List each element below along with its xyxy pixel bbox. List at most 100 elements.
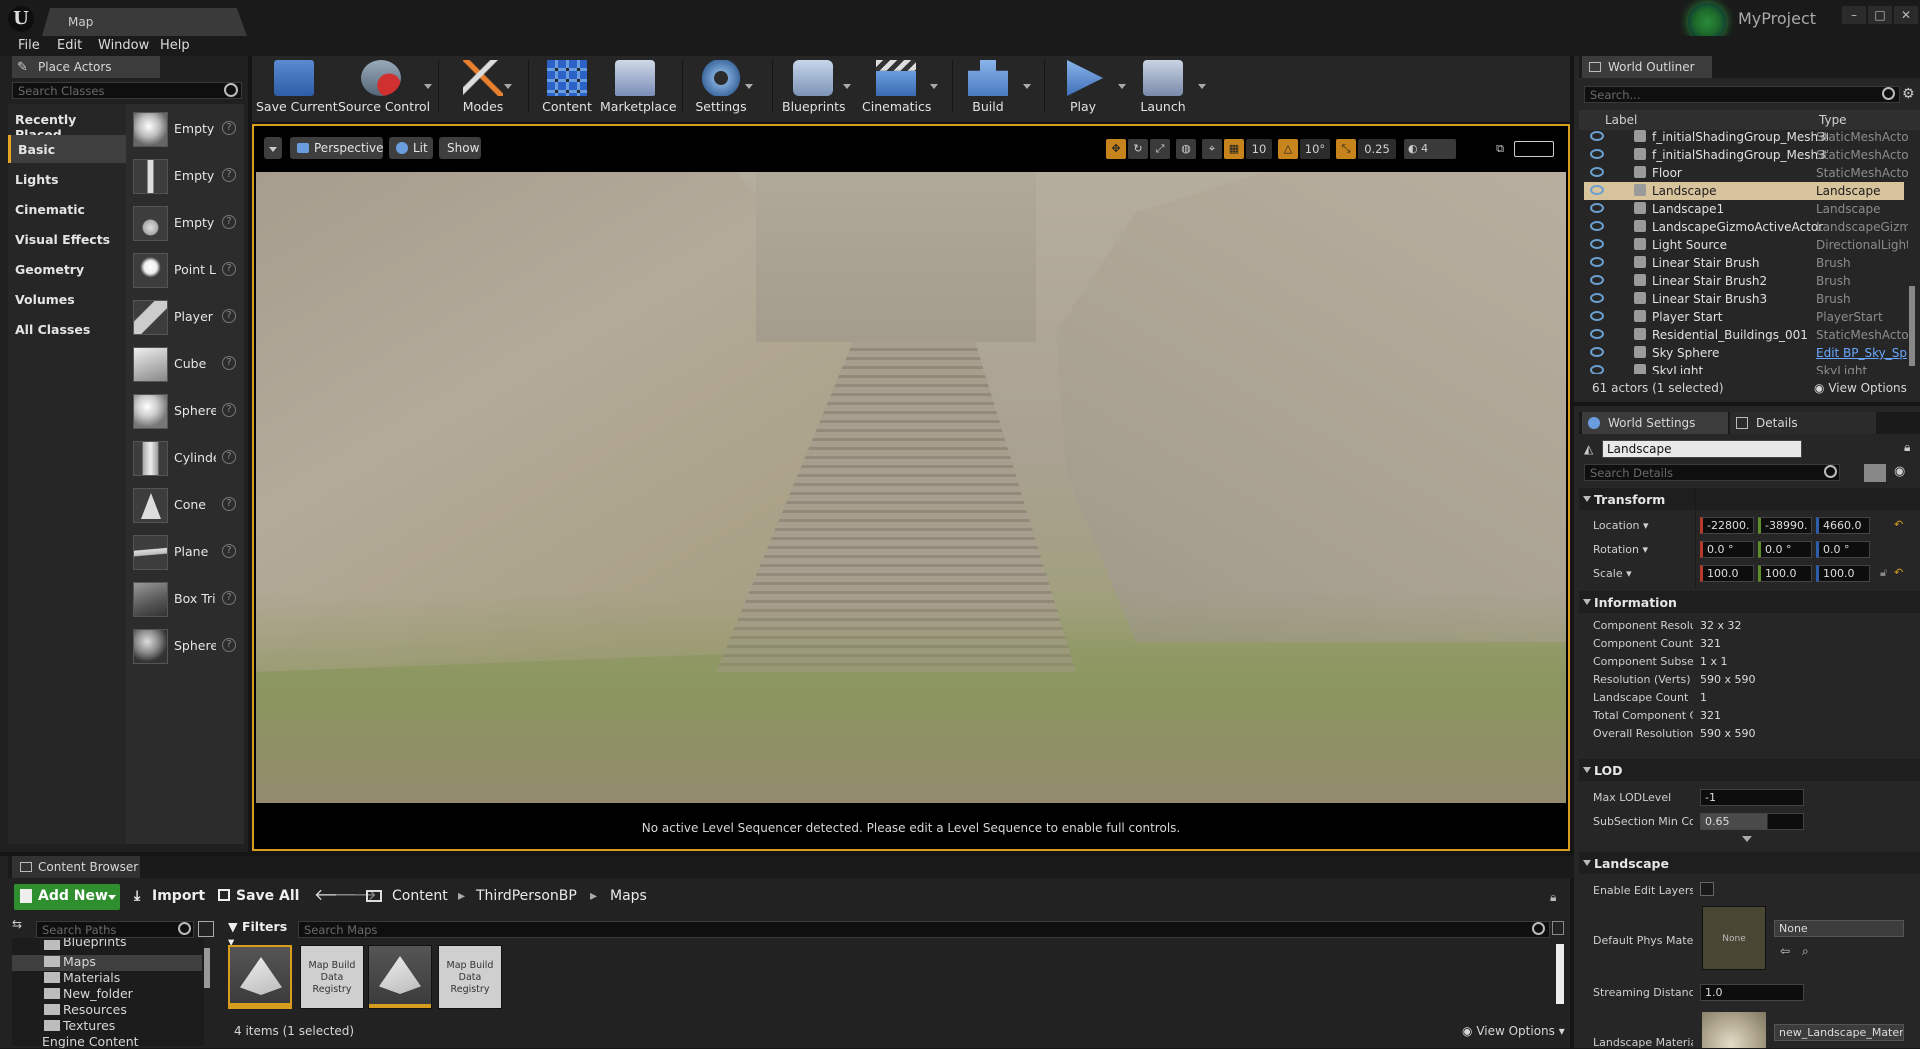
folder-textures[interactable]: Textures — [44, 1018, 204, 1034]
outliner-row-type[interactable]: Edit BP_Sky_Sp — [1816, 346, 1908, 360]
rotation-snap-icon[interactable]: △ — [1278, 139, 1298, 159]
maximize-viewport-icon[interactable]: ⧉ — [1490, 139, 1510, 159]
blueprints-dropdown-icon[interactable] — [843, 84, 851, 89]
outliner-row[interactable]: LandscapeGizmoActiveActor LandscapeGizm — [1584, 218, 1908, 236]
enable-edit-layers-checkbox[interactable] — [1700, 882, 1714, 896]
scale-y-field[interactable]: 100.0 — [1758, 565, 1812, 582]
play-button[interactable]: Play — [1056, 58, 1110, 118]
path-view-options-icon[interactable] — [198, 921, 214, 937]
actor-item-cone[interactable]: Cone? — [130, 484, 242, 528]
visibility-eye-icon[interactable] — [1590, 329, 1604, 339]
reset-scale-icon[interactable]: ↶ — [1894, 566, 1903, 579]
actor-item-cube[interactable]: Cube? — [130, 343, 242, 387]
outliner-view-options[interactable]: ◉ View Options — [1814, 381, 1907, 395]
add-new-button[interactable]: Add New — [14, 884, 120, 910]
menu-file[interactable]: File — [18, 38, 40, 53]
breadcrumb-content[interactable]: Content — [392, 888, 448, 904]
outliner-row[interactable]: Linear Stair Brush2 Brush — [1584, 272, 1904, 290]
actor-item-cylinder[interactable]: Cylinde? — [130, 437, 242, 481]
column-type-header[interactable]: Type — [1819, 113, 1847, 127]
search-classes-input[interactable]: Search Classes — [12, 82, 242, 99]
minimize-button[interactable]: – — [1842, 6, 1866, 24]
marketplace-button[interactable]: Marketplace — [600, 58, 677, 118]
rotation-snap-value[interactable]: 10° — [1300, 139, 1330, 159]
help-icon[interactable]: ? — [222, 356, 236, 370]
visibility-eye-icon[interactable] — [1590, 203, 1604, 213]
location-x-field[interactable]: -22800. — [1700, 517, 1754, 534]
outliner-search-input[interactable]: Search... — [1584, 86, 1900, 103]
grid-snap-value[interactable]: 10 — [1246, 139, 1272, 159]
source-control-dropdown-icon[interactable] — [424, 84, 432, 89]
help-icon[interactable]: ? — [222, 450, 236, 464]
rotation-y-field[interactable]: 0.0 ° — [1758, 541, 1812, 558]
folder-tree-scrollbar[interactable] — [204, 948, 210, 988]
blueprints-button[interactable]: Blueprints — [782, 58, 846, 118]
search-maps-input[interactable]: Search Maps — [298, 921, 1550, 938]
actor-item-point-light[interactable]: Point L? — [130, 249, 242, 293]
menu-help[interactable]: Help — [160, 38, 190, 53]
help-icon[interactable]: ? — [222, 309, 236, 323]
menu-window[interactable]: Window — [98, 38, 149, 53]
information-section-header[interactable]: Information — [1579, 591, 1920, 613]
actor-item-box-trigger[interactable]: Box Tri? — [130, 578, 242, 622]
landscape-material-dropdown[interactable]: new_Landscape_Mater — [1774, 1024, 1904, 1041]
save-all-button[interactable]: Save All — [216, 884, 299, 910]
visibility-eye-icon[interactable] — [1590, 185, 1604, 195]
source-control-button[interactable]: Source Control — [338, 58, 430, 118]
outliner-settings-icon[interactable]: ⚙ — [1902, 86, 1918, 102]
world-outliner-tab[interactable]: World Outliner — [1582, 56, 1712, 78]
asset-view-scrollbar[interactable] — [1556, 944, 1564, 1004]
launch-dropdown-icon[interactable] — [1198, 84, 1206, 89]
lod-section-header[interactable]: LOD — [1579, 759, 1920, 781]
column-label-header[interactable]: Label — [1605, 113, 1637, 127]
actor-name-field[interactable]: Landscape — [1602, 440, 1802, 458]
settings-dropdown-icon[interactable] — [745, 84, 753, 89]
launch-button[interactable]: Launch — [1136, 58, 1190, 118]
category-cinematic[interactable]: Cinematic — [8, 195, 126, 223]
visibility-eye-icon[interactable] — [1590, 257, 1604, 267]
scale-snap-icon[interactable]: ⤡ — [1336, 139, 1356, 159]
outliner-row[interactable]: Landscape Landscape — [1584, 182, 1904, 200]
use-selected-arrow-icon[interactable]: ⇦ — [1780, 944, 1790, 958]
scale-tool-icon[interactable]: ⤢ — [1150, 139, 1170, 159]
visibility-eye-icon[interactable] — [1590, 131, 1604, 141]
folder-maps[interactable]: Maps — [44, 954, 204, 970]
rotation-x-field[interactable]: 0.0 ° — [1700, 541, 1754, 558]
play-dropdown-icon[interactable] — [1118, 84, 1126, 89]
category-lights[interactable]: Lights — [8, 165, 126, 193]
lit-button[interactable]: Lit — [389, 137, 433, 159]
outliner-row[interactable]: Player Start PlayerStart — [1584, 308, 1904, 326]
outliner-row[interactable]: Linear Stair Brush Brush — [1584, 254, 1904, 272]
asset-map-build-data-1[interactable]: Map Build Data Registry — [300, 945, 364, 1009]
outliner-scrollbar[interactable] — [1909, 286, 1915, 366]
category-geometry[interactable]: Geometry — [8, 255, 126, 283]
help-icon[interactable]: ? — [222, 121, 236, 135]
category-all-classes[interactable]: All Classes — [8, 315, 126, 343]
surface-snap-icon[interactable]: ⌖ — [1202, 139, 1222, 159]
help-icon[interactable]: ? — [222, 591, 236, 605]
perspective-button[interactable]: Perspective — [290, 137, 384, 159]
landscape-section-header[interactable]: Landscape — [1579, 852, 1920, 874]
folder-engine-content[interactable]: Engine Content — [28, 1034, 188, 1048]
location-label[interactable]: Location ▾ — [1593, 519, 1649, 532]
property-matrix-icon[interactable] — [1864, 464, 1886, 482]
category-volumes[interactable]: Volumes — [8, 285, 126, 313]
close-button[interactable]: ✕ — [1894, 6, 1918, 24]
outliner-row[interactable]: Landscape1 Landscape — [1584, 200, 1904, 218]
help-icon[interactable]: ? — [222, 544, 236, 558]
folder-new-folder[interactable]: New_folder — [44, 986, 204, 1002]
outliner-row[interactable]: Floor StaticMeshActor — [1584, 164, 1908, 182]
phys-material-dropdown[interactable]: None — [1774, 920, 1904, 937]
actor-item-empty-actor[interactable]: Empty? — [130, 108, 242, 152]
translate-tool-icon[interactable]: ✥ — [1106, 139, 1126, 159]
transform-section-header[interactable]: Transform — [1579, 488, 1920, 510]
camera-speed-button[interactable]: ◐ 4 — [1404, 139, 1456, 159]
build-button[interactable]: Build — [962, 58, 1014, 118]
location-z-field[interactable]: 4660.0 — [1816, 517, 1870, 534]
scale-z-field[interactable]: 100.0 — [1816, 565, 1870, 582]
settings-button[interactable]: Settings — [692, 58, 750, 118]
content-view-options[interactable]: ◉ View Options ▾ — [1462, 1024, 1565, 1038]
visibility-eye-icon[interactable] — [1590, 167, 1604, 177]
visibility-eye-icon[interactable] — [1590, 239, 1604, 249]
actor-item-empty-pawn[interactable]: Empty? — [130, 202, 242, 246]
